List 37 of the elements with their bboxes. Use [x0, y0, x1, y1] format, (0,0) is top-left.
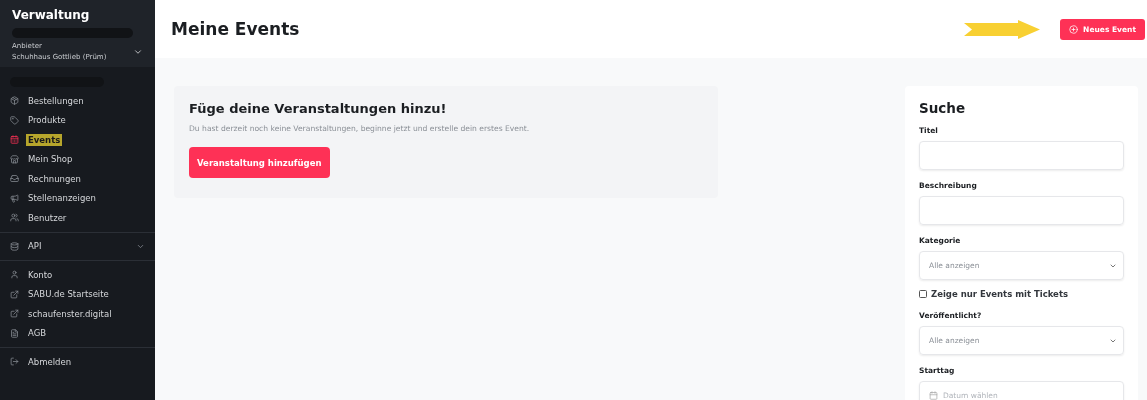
input-field[interactable] — [919, 196, 1124, 225]
sidebar-item[interactable]: Konto — [0, 265, 155, 285]
sidebar-item[interactable]: AGB — [0, 323, 155, 343]
sidebar-item[interactable]: Stellenanzeigen — [0, 188, 155, 208]
calendar-icon — [929, 391, 938, 400]
sidebar-item[interactable]: Rechnungen — [0, 169, 155, 189]
menu-icon — [10, 270, 19, 280]
menu-icon — [10, 193, 19, 203]
menu-icon — [10, 96, 19, 106]
menu-icon — [10, 115, 19, 125]
sidebar-item[interactable]: schaufenster.digital — [0, 304, 155, 324]
page-title: Meine Events — [171, 19, 300, 39]
sidebar-item[interactable]: Bestellungen — [0, 91, 155, 111]
sidebar-item[interactable]: Produkte — [0, 110, 155, 130]
card-title: Füge deine Veranstaltungen hinzu! — [189, 101, 447, 116]
sidebar-item[interactable]: SABU.de Startseite — [0, 284, 155, 304]
sidebar-item[interactable]: Mein Shop — [0, 149, 155, 169]
menu-icon — [10, 289, 19, 299]
menu-icon — [10, 241, 19, 251]
menu-icon — [10, 213, 19, 223]
sidebar-item[interactable]: Benutzer — [0, 208, 155, 228]
menu-icon — [10, 154, 19, 164]
menu-icon — [10, 328, 19, 338]
checkbox-label: Zeige nur Events mit Tickets — [931, 289, 1068, 299]
sidebar-item[interactable]: API — [0, 236, 155, 256]
panel-title: Suche — [919, 100, 967, 116]
menu-icon — [10, 174, 19, 184]
sidebar-item[interactable]: Abmelden — [0, 352, 155, 372]
menu-icon — [10, 309, 19, 319]
menu-icon — [10, 357, 19, 367]
input-field[interactable] — [919, 141, 1124, 170]
plus-circle-icon — [1069, 24, 1079, 34]
sidebar-title: Verwaltung — [12, 8, 91, 22]
checkbox[interactable] — [919, 290, 927, 298]
add-event-button[interactable]: Veranstaltung hinzufügen — [189, 147, 330, 178]
menu-icon — [10, 135, 19, 145]
sidebar-item[interactable]: Events — [0, 130, 155, 150]
